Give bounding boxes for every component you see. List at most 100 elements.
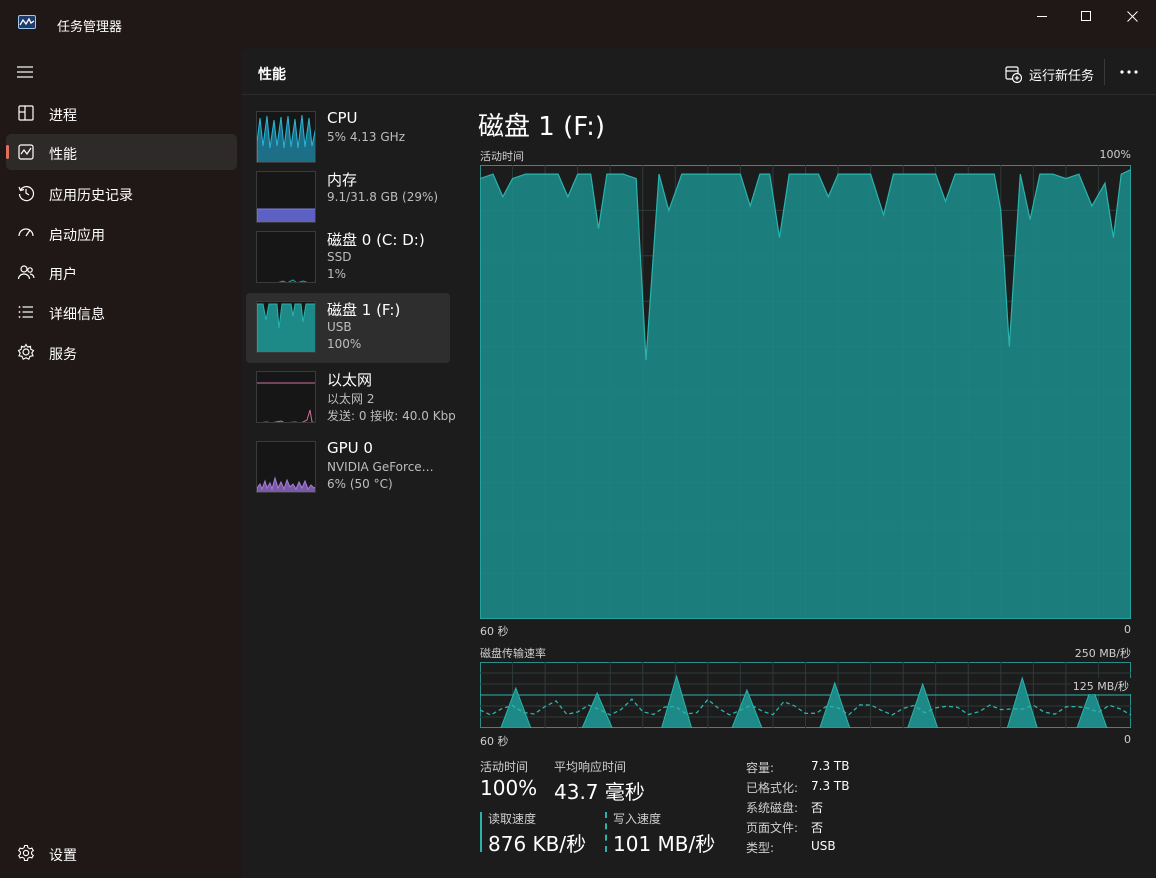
nav-item-details[interactable]: 详细信息 (6, 294, 237, 330)
page-title: 性能 (258, 67, 286, 83)
main-header: 性能 运行新任务 (242, 48, 1156, 95)
read-speed-value: 876 KB/秒 (488, 832, 587, 856)
more-icon[interactable] (1118, 68, 1140, 76)
device-name: 磁盘 1 (F:) (327, 301, 401, 319)
close-icon (1126, 10, 1138, 22)
write-speed-value: 101 MB/秒 (613, 832, 716, 856)
device-detail-line-1: 9.1/31.8 GB (29%) (327, 190, 439, 204)
device-name: 磁盘 0 (C: D:) (327, 231, 425, 249)
maximize-icon (1081, 11, 1091, 21)
prop-page-file-label: 页面文件: (746, 821, 799, 835)
startup-icon (18, 228, 34, 237)
active-time-stat-value: 100% (480, 776, 538, 800)
window-title: 任务管理器 (57, 20, 123, 35)
nav-item-processes[interactable]: 进程 (6, 95, 237, 131)
write-speed-label: 写入速度 (613, 812, 662, 826)
gear-icon (17, 844, 35, 862)
nav-item-label: 用户 (49, 267, 77, 283)
device-detail-line-2: 6% (50 °C) (327, 477, 393, 491)
device-thumbnail (256, 371, 316, 423)
services-icon (17, 343, 35, 360)
device-thumbnail (256, 171, 316, 223)
nav-item-users[interactable]: 用户 (6, 254, 237, 290)
transfer-chart-right-label: 0 (1124, 733, 1131, 746)
device-detail-line-1: NVIDIA GeForce… (327, 460, 434, 474)
run-task-icon (1005, 65, 1022, 83)
memory-mini-graph (257, 208, 315, 222)
active-time-chart (480, 165, 1131, 619)
nav-item-label: 进程 (49, 108, 77, 124)
device-detail-line-1: USB (327, 320, 352, 334)
performance-icon (18, 144, 34, 160)
active-indicator (6, 145, 9, 159)
avg-response-stat-label: 平均响应时间 (554, 760, 627, 774)
nav-item-services[interactable]: 服务 (6, 334, 237, 370)
prop-formatted-label: 已格式化: (746, 781, 799, 795)
avg-response-stat-value: 43.7 毫秒 (554, 780, 645, 804)
device-detail-line-1: 以太网 2 (327, 392, 375, 406)
device-name: 以太网 (327, 371, 373, 389)
active-time-max-label: 100% (1099, 148, 1131, 161)
device-detail-line-1: SSD (327, 250, 352, 264)
disk0-mini-graph (278, 279, 315, 282)
device-disk-0[interactable]: 磁盘 0 (C: D:) SSD 1% (246, 223, 450, 293)
run-new-task-button[interactable]: 运行新任务 (1005, 64, 1094, 84)
read-speed-indicator (480, 812, 482, 852)
device-ethernet[interactable]: 以太网 以太网 2 发送: 0 接收: 40.0 Kbp (246, 363, 456, 433)
active-chart-right-label: 0 (1124, 623, 1131, 636)
nav-item-label: 启动应用 (49, 228, 105, 244)
title-bar: 任务管理器 (0, 0, 1156, 48)
nav-item-label: 设置 (49, 848, 77, 864)
nav-item-app-history[interactable]: 应用历史记录 (6, 175, 237, 211)
prop-capacity-value: 7.3 TB (811, 759, 850, 773)
cpu-mini-graph (257, 114, 315, 162)
prop-system-disk-label: 系统磁盘: (746, 801, 799, 815)
device-detail-line-2: 100% (327, 337, 362, 351)
run-new-task-label: 运行新任务 (1029, 68, 1095, 84)
minimize-icon (1037, 16, 1047, 17)
transfer-rate-chart-label: 磁盘传输速率 (480, 647, 546, 660)
prop-system-disk-value: 否 (811, 801, 824, 815)
close-button[interactable] (1109, 0, 1155, 32)
device-gpu[interactable]: GPU 0 NVIDIA GeForce… 6% (50 °C) (246, 433, 450, 503)
nav-item-settings[interactable]: 设置 (6, 835, 237, 871)
device-name: GPU 0 (327, 439, 373, 457)
disk1-mini-graph (257, 303, 315, 352)
prop-capacity-label: 容量: (746, 761, 775, 775)
details-icon (18, 306, 33, 318)
read-speed-label: 读取速度 (488, 812, 537, 826)
nav-item-label: 详细信息 (49, 307, 105, 323)
prop-type-value: USB (811, 839, 836, 853)
nav-item-label: 应用历史记录 (49, 188, 133, 204)
active-chart-left-label: 60 秒 (480, 625, 509, 638)
processes-icon (18, 105, 34, 121)
nav-item-label: 性能 (49, 147, 77, 163)
device-thumbnail (256, 441, 316, 493)
minimize-button[interactable] (1019, 0, 1065, 32)
hamburger-icon[interactable] (16, 65, 34, 79)
transfer-rate-max-label: 250 MB/秒 (1074, 647, 1131, 660)
nav-item-label: 服务 (49, 347, 77, 363)
gpu-mini-graph (257, 476, 315, 492)
ethernet-mini-graph (257, 382, 315, 422)
write-speed-indicator (605, 812, 607, 852)
maximize-button[interactable] (1063, 0, 1109, 32)
nav-item-performance[interactable]: 性能 (6, 134, 237, 170)
device-detail-line-2: 1% (327, 267, 347, 281)
main-panel: 性能 运行新任务 CPU 5% 4.13 GHz 内存 9.1/31.8 GB … (242, 48, 1156, 878)
active-time-stat-label: 活动时间 (480, 760, 529, 774)
transfer-rate-chart (480, 662, 1131, 728)
prop-formatted-value: 7.3 TB (811, 779, 850, 793)
prop-type-label: 类型: (746, 841, 775, 855)
device-thumbnail (256, 111, 316, 163)
header-separator (1104, 59, 1105, 85)
nav-item-startup[interactable]: 启动应用 (6, 215, 237, 251)
transfer-rate-mid-label: 125 MB/秒 (1070, 678, 1131, 694)
device-name: CPU (327, 109, 358, 127)
device-thumbnail (256, 231, 316, 283)
device-detail-line-2: 发送: 0 接收: 40.0 Kbp (327, 409, 456, 423)
device-thumbnail (256, 301, 316, 353)
users-icon (17, 265, 35, 280)
task-manager-app-icon (18, 15, 36, 29)
device-disk-1[interactable]: 磁盘 1 (F:) USB 100% (246, 293, 450, 363)
